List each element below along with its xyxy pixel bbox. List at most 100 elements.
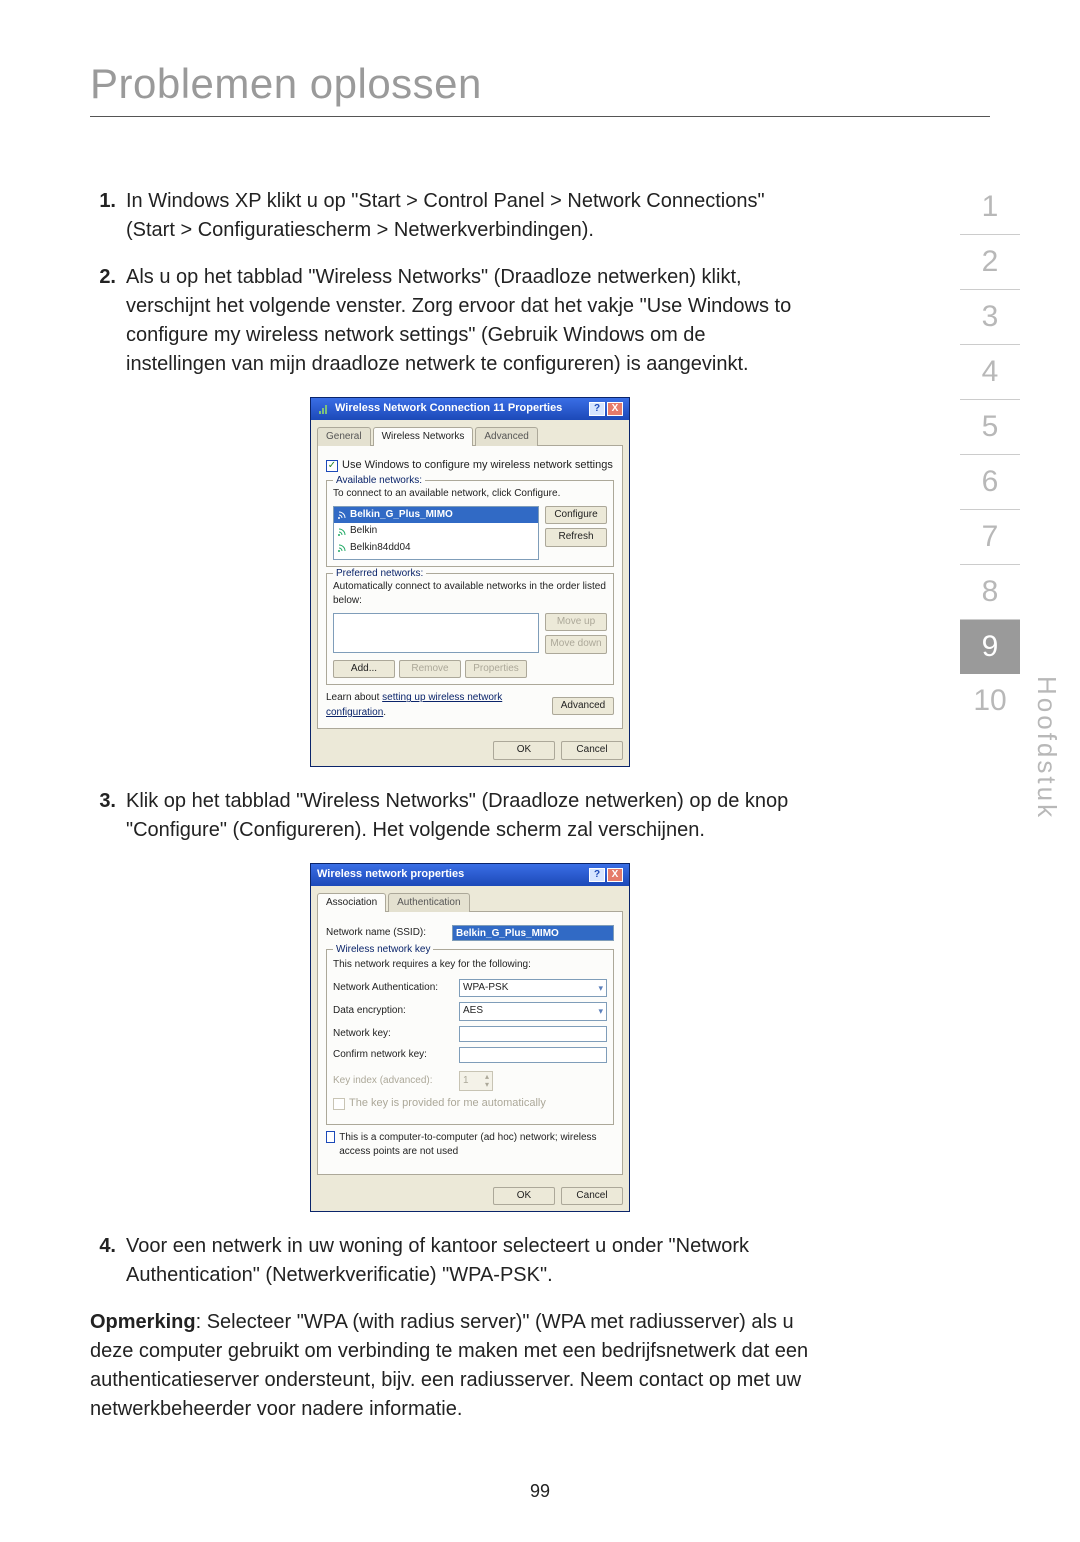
list-item[interactable]: Belkin_G_Plus_MIMO — [334, 507, 538, 524]
close-icon[interactable]: X — [607, 868, 623, 882]
step-number: 2. — [90, 263, 126, 379]
network-icon — [337, 543, 347, 553]
note-paragraph: Opmerking: Selecteer "WPA (with radius s… — [90, 1308, 810, 1424]
list-item[interactable]: Belkin — [334, 523, 538, 540]
properties-button: Properties — [465, 660, 527, 679]
adhoc-label: This is a computer-to-computer (ad hoc) … — [339, 1131, 614, 1160]
sidebar-item-6[interactable]: 6 — [960, 455, 1020, 510]
auth-label: Network Authentication: — [333, 981, 453, 996]
group-title: Preferred networks: — [333, 567, 426, 582]
tab-advanced[interactable]: Advanced — [475, 427, 537, 447]
preferred-networks-group: Preferred networks: Automatically connec… — [326, 573, 614, 686]
ssid-label: Network name (SSID): — [326, 926, 446, 941]
tab-wireless-networks[interactable]: Wireless Networks — [373, 427, 474, 447]
tab-association[interactable]: Association — [317, 893, 386, 913]
step-text: Voor een netwerk in uw woning of kantoor… — [126, 1232, 810, 1290]
network-icon — [337, 510, 347, 520]
group-title: Wireless network key — [333, 943, 433, 958]
chevron-down-icon: ▾ — [598, 1005, 603, 1018]
wireless-key-group: Wireless network key This network requir… — [326, 949, 614, 1124]
available-networks-list[interactable]: Belkin_G_Plus_MIMO Belkin Belkin84dd04 — [333, 506, 539, 560]
dialog-tabs: Association Authentication — [311, 886, 629, 912]
step-number: 4. — [90, 1232, 126, 1290]
dialog-title-text: Wireless Network Connection 11 Propertie… — [335, 401, 587, 417]
close-icon[interactable]: X — [607, 402, 623, 416]
group-hint: This network requires a key for the foll… — [333, 958, 607, 973]
cancel-button[interactable]: Cancel — [561, 1187, 623, 1206]
advanced-button[interactable]: Advanced — [552, 697, 614, 716]
help-icon[interactable]: ? — [589, 402, 605, 416]
confirm-key-input[interactable] — [459, 1047, 607, 1063]
adhoc-checkbox-row[interactable]: This is a computer-to-computer (ad hoc) … — [326, 1131, 614, 1160]
encryption-combo[interactable]: AES ▾ — [459, 1002, 607, 1021]
spinner-arrows-icon: ▴▾ — [485, 1073, 489, 1089]
sidebar-item-1[interactable]: 1 — [960, 180, 1020, 235]
step-text: Als u op het tabblad "Wireless Networks"… — [126, 263, 810, 379]
cancel-button[interactable]: Cancel — [561, 741, 623, 760]
confirm-key-label: Confirm network key: — [333, 1048, 453, 1063]
add-button[interactable]: Add... — [333, 660, 395, 679]
group-hint: Automatically connect to available netwo… — [333, 580, 607, 609]
chevron-down-icon: ▾ — [598, 982, 603, 995]
sidebar-item-8[interactable]: 8 — [960, 565, 1020, 620]
tab-general[interactable]: General — [317, 427, 371, 447]
use-windows-checkbox-row[interactable]: ✓ Use Windows to configure my wireless n… — [326, 458, 614, 474]
dialog-titlebar: Wireless network properties ? X — [311, 864, 629, 886]
sidebar-item-5[interactable]: 5 — [960, 400, 1020, 455]
list-item[interactable]: Belkin84dd04 — [334, 540, 538, 557]
note-text: : Selecteer "WPA (with radius server)" (… — [90, 1311, 808, 1420]
sidebar-item-4[interactable]: 4 — [960, 345, 1020, 400]
sidebar-item-7[interactable]: 7 — [960, 510, 1020, 565]
ok-button[interactable]: OK — [493, 741, 555, 760]
sidebar-label: Hoofdstuk — [1031, 676, 1062, 820]
key-index-spinner: 1 ▴▾ — [459, 1071, 493, 1091]
sidebar-item-10[interactable]: 10 — [960, 674, 1020, 728]
ssid-input[interactable]: Belkin_G_Plus_MIMO — [452, 925, 614, 941]
network-key-input[interactable] — [459, 1026, 607, 1042]
use-windows-label: Use Windows to configure my wireless net… — [342, 458, 613, 474]
checkbox-unchecked-icon[interactable] — [326, 1131, 335, 1143]
encryption-value: AES — [463, 1004, 483, 1019]
refresh-button[interactable]: Refresh — [545, 528, 607, 547]
step-1: 1. In Windows XP klikt u op "Start > Con… — [90, 187, 810, 245]
group-title: Available networks: — [333, 474, 425, 489]
dialog-wireless-network-properties: Wireless network properties ? X Associat… — [310, 863, 630, 1212]
step-4: 4. Voor een netwerk in uw woning of kant… — [90, 1232, 810, 1290]
auto-key-checkbox-row: The key is provided for me automatically — [333, 1096, 607, 1112]
network-icon — [337, 527, 347, 537]
checkbox-checked-icon[interactable]: ✓ — [326, 460, 338, 472]
title-rule — [90, 116, 990, 117]
sidebar-item-9[interactable]: 9 — [960, 620, 1020, 674]
move-down-button: Move down — [545, 635, 607, 654]
remove-button: Remove — [399, 660, 461, 679]
help-icon[interactable]: ? — [589, 868, 605, 882]
tab-authentication[interactable]: Authentication — [388, 893, 469, 913]
list-item-label: Belkin_G_Plus_MIMO — [350, 508, 453, 523]
preferred-networks-list[interactable] — [333, 613, 539, 653]
dialog-body: ✓ Use Windows to configure my wireless n… — [317, 445, 623, 729]
step-text: In Windows XP klikt u op "Start > Contro… — [126, 187, 810, 245]
auth-combo[interactable]: WPA-PSK▾ — [459, 979, 607, 998]
page-number: 99 — [0, 1481, 1080, 1502]
step-3: 3. Klik op het tabblad "Wireless Network… — [90, 787, 810, 845]
step-number: 3. — [90, 787, 126, 845]
learn-text-end: . — [383, 707, 386, 718]
note-label: Opmerking — [90, 1311, 196, 1333]
step-2: 2. Als u op het tabblad "Wireless Networ… — [90, 263, 810, 379]
network-key-label: Network key: — [333, 1027, 453, 1042]
group-hint: To connect to an available network, clic… — [333, 487, 607, 502]
page-title: Problemen oplossen — [90, 60, 990, 108]
key-index-label: Key index (advanced): — [333, 1074, 453, 1089]
available-networks-group: Available networks: To connect to an ava… — [326, 480, 614, 567]
chapter-sidebar: 1 2 3 4 5 6 7 8 9 10 — [960, 180, 1020, 728]
sidebar-item-2[interactable]: 2 — [960, 235, 1020, 290]
configure-button[interactable]: Configure — [545, 506, 607, 525]
move-up-button: Move up — [545, 613, 607, 632]
ok-button[interactable]: OK — [493, 1187, 555, 1206]
sidebar-item-3[interactable]: 3 — [960, 290, 1020, 345]
dialog-body: Network name (SSID): Belkin_G_Plus_MIMO … — [317, 911, 623, 1174]
step-text: Klik op het tabblad "Wireless Networks" … — [126, 787, 810, 845]
learn-text: Learn about — [326, 692, 382, 703]
key-index-value: 1 — [463, 1074, 469, 1089]
dialog-titlebar: Wireless Network Connection 11 Propertie… — [311, 398, 629, 420]
